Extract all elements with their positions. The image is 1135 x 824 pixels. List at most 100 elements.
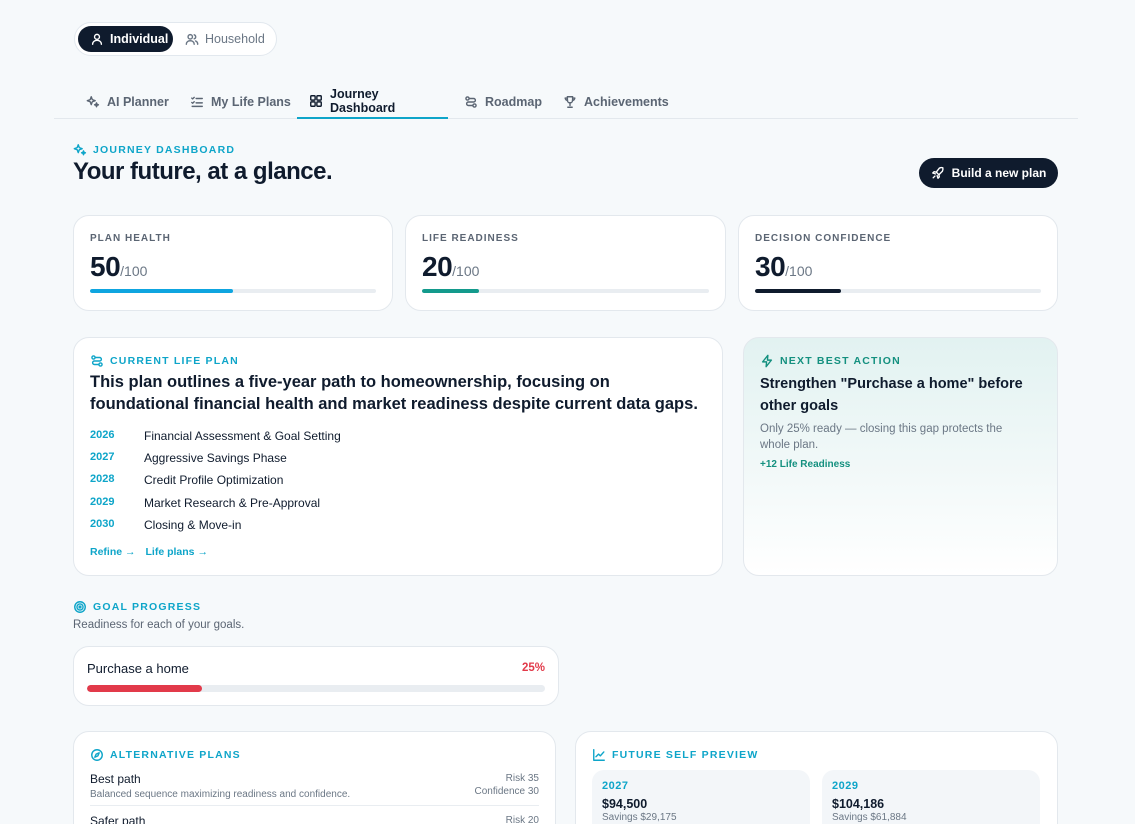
route-icon: [464, 95, 478, 109]
tab-bar: AI Planner My Life Plans Journey Dashboa…: [54, 84, 1078, 119]
alternative-plan-row[interactable]: Best path Balanced sequence maximizing r…: [90, 772, 539, 806]
goal-name: Purchase a home: [87, 661, 189, 676]
future-self-savings: Savings $61,884: [832, 812, 907, 823]
arrow-right-icon: →: [125, 546, 136, 558]
compass-icon: [90, 748, 104, 762]
future-self-eyebrow: FUTURE SELF PREVIEW: [592, 748, 758, 762]
future-self-savings: Savings $29,175: [602, 812, 677, 823]
bolt-icon: [760, 354, 774, 368]
route-icon: [90, 354, 104, 368]
alternative-plan-row[interactable]: Safer path Risk 20: [90, 814, 539, 824]
metric-value: 30/100: [755, 251, 812, 283]
timeline-text: Closing & Move-in: [144, 518, 242, 532]
current-plan-eyebrow: CURRENT LIFE PLAN: [90, 354, 239, 368]
grid-icon: [309, 94, 323, 108]
individual-button[interactable]: Individual: [78, 26, 173, 52]
future-self-value: $104,186: [832, 797, 885, 811]
eyebrow-text: FUTURE SELF PREVIEW: [612, 749, 759, 761]
next-action-title: Strengthen "Purchase a home" before othe…: [760, 376, 1023, 414]
metric-denominator: /100: [785, 263, 813, 279]
plan-links: Refine → Life plans →: [90, 546, 208, 558]
goal-card[interactable]: Purchase a home 25%: [73, 646, 559, 706]
tab-achievements[interactable]: Achievements: [551, 84, 681, 119]
alternative-plan-risk: Risk 20: [505, 815, 539, 824]
eyebrow-text: NEXT BEST ACTION: [780, 355, 901, 367]
metric-progress-fill: [90, 289, 233, 293]
build-plan-button[interactable]: Build a new plan: [919, 158, 1058, 188]
metric-number: 30: [755, 251, 786, 282]
timeline-text: Credit Profile Optimization: [144, 473, 284, 487]
eyebrow-text: GOAL PROGRESS: [93, 601, 202, 613]
tab-label: Journey Dashboard: [330, 86, 396, 115]
eyebrow-text: JOURNEY DASHBOARD: [93, 144, 236, 156]
user-icon: [90, 32, 104, 46]
future-self-year: 2027: [602, 780, 629, 792]
eyebrow-text: CURRENT LIFE PLAN: [110, 355, 239, 367]
goal-progress-track: [87, 685, 545, 692]
future-self-item: 2029 $104,186 Savings $61,884: [822, 770, 1040, 824]
metric-value: 50/100: [90, 251, 147, 283]
timeline-text: Financial Assessment & Goal Setting: [144, 429, 341, 443]
timeline-text: Aggressive Savings Phase: [144, 451, 287, 465]
household-button[interactable]: Household: [173, 26, 273, 52]
timeline-item: 2027 Aggressive Savings Phase: [90, 451, 287, 465]
timeline-year: 2026: [90, 429, 115, 441]
next-action-subtitle: Only 25% ready — closing this gap protec…: [760, 423, 1003, 451]
goal-progress-fill: [87, 685, 202, 692]
metric-progress-fill: [422, 289, 480, 293]
rocket-icon: [931, 166, 945, 180]
household-label: Household: [205, 32, 265, 46]
tab-label: Roadmap: [485, 94, 542, 109]
mode-toggle: Individual Household: [74, 22, 277, 56]
future-self-item: 2027 $94,500 Savings $29,175: [592, 770, 810, 824]
tab-my-life-plans[interactable]: My Life Plans: [178, 84, 303, 119]
metric-label: PLAN HEALTH: [90, 233, 171, 244]
alternative-plan-confidence: Confidence 30: [474, 786, 540, 797]
target-icon: [73, 600, 87, 614]
chart-line-icon: [592, 748, 606, 762]
metric-progress-track: [422, 289, 709, 293]
alternative-plan-meta: Risk 35 Confidence 30: [475, 772, 540, 798]
metric-card-decision-confidence: DECISION CONFIDENCE 30/100: [738, 215, 1058, 311]
metric-number: 20: [422, 251, 453, 282]
tab-label: Achievements: [584, 94, 669, 109]
eyebrow-text: ALTERNATIVE PLANS: [110, 749, 241, 761]
tab-roadmap[interactable]: Roadmap: [452, 84, 554, 119]
metric-progress-track: [755, 289, 1041, 293]
future-self-value: $94,500: [602, 797, 648, 811]
timeline-text: Market Research & Pre-Approval: [144, 496, 321, 510]
metric-value: 20/100: [422, 251, 479, 283]
build-plan-label: Build a new plan: [951, 166, 1047, 180]
timeline-item: 2029 Market Research & Pre-Approval: [90, 496, 320, 510]
next-action-tag: +12 Life Readiness: [760, 459, 851, 470]
page-eyebrow: JOURNEY DASHBOARD: [73, 143, 235, 157]
metric-denominator: /100: [452, 263, 480, 279]
tab-ai-planner[interactable]: AI Planner: [74, 84, 181, 119]
alternative-plan-risk: Risk 35: [505, 773, 539, 784]
sparkles-icon: [86, 95, 100, 109]
metric-label: LIFE READINESS: [422, 233, 519, 244]
life-plans-link[interactable]: Life plans →: [146, 546, 208, 558]
page-title: Your future, at a glance.: [73, 158, 333, 185]
plan-summary: This plan outlines a five-year path to h…: [90, 373, 698, 413]
timeline-item: 2028 Credit Profile Optimization: [90, 473, 283, 487]
metric-card-plan-health: PLAN HEALTH 50/100: [73, 215, 393, 311]
tab-label: My Life Plans: [211, 94, 291, 109]
refine-link[interactable]: Refine →: [90, 546, 136, 558]
alternative-plan-desc: Balanced sequence maximizing readiness a…: [90, 789, 351, 800]
timeline-year: 2027: [90, 451, 115, 463]
timeline-item: 2026 Financial Assessment & Goal Setting: [90, 429, 341, 443]
alternative-plans-card: ALTERNATIVE PLANS Best path Balanced seq…: [73, 731, 556, 824]
life-plans-label: Life plans: [145, 546, 195, 558]
goal-percent: 25%: [521, 662, 545, 674]
future-self-card: FUTURE SELF PREVIEW 2027 $94,500 Savings…: [575, 731, 1058, 824]
metric-progress-fill: [755, 289, 841, 293]
goal-progress-subtitle: Readiness for each of your goals.: [73, 619, 245, 631]
metric-progress-track: [90, 289, 376, 293]
metric-card-life-readiness: LIFE READINESS 20/100: [405, 215, 726, 311]
arrow-right-icon: →: [197, 546, 208, 558]
users-icon: [185, 32, 199, 46]
metric-denominator: /100: [120, 263, 148, 279]
timeline-year: 2029: [90, 496, 115, 508]
tab-journey-dashboard[interactable]: Journey Dashboard: [297, 84, 448, 119]
